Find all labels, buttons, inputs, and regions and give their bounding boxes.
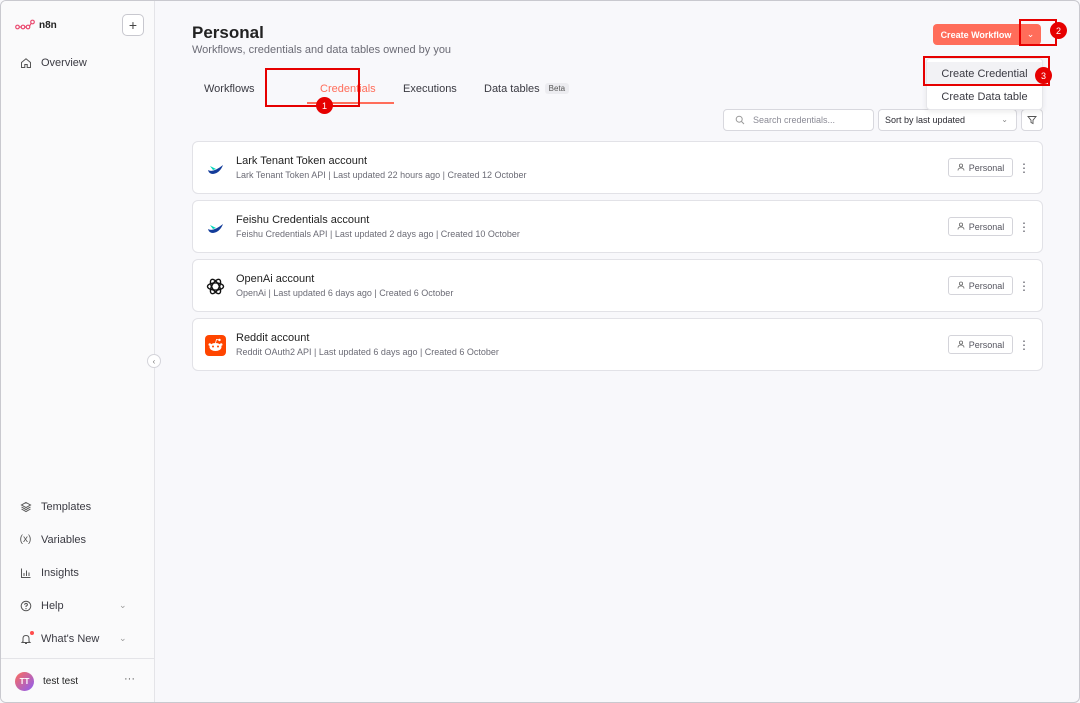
sidebar-item-label: Help — [41, 599, 64, 612]
chevron-down-icon: ⌄ — [1026, 29, 1035, 39]
credential-card[interactable]: Lark Tenant Token account Lark Tenant To… — [192, 141, 1043, 194]
sidebar-item-label: Templates — [41, 500, 92, 513]
home-icon — [19, 56, 32, 69]
menu-item-create-data-table[interactable]: Create Data table — [927, 85, 1042, 108]
sort-label: Sort by last updated — [885, 115, 966, 125]
tab-data-tables[interactable]: Data tables Beta — [484, 83, 570, 95]
sidebar-item-insights[interactable]: Insights — [19, 566, 79, 579]
tab-workflows[interactable]: Workflows — [204, 83, 255, 95]
sidebar-item-label: Variables — [41, 533, 87, 546]
search-placeholder: Search credentials... — [753, 115, 836, 125]
more-options-icon[interactable]: ⋮ — [1018, 158, 1030, 177]
notification-dot — [30, 631, 34, 635]
reddit-icon — [205, 335, 226, 356]
help-icon — [19, 599, 32, 612]
sidebar-item-overview[interactable]: Overview — [19, 56, 87, 69]
credential-meta: OpenAi | Last updated 6 days ago | Creat… — [236, 288, 454, 298]
credential-card[interactable]: Feishu Credentials account Feishu Creden… — [192, 200, 1043, 253]
sidebar-item-label: Insights — [41, 566, 79, 579]
collapse-sidebar-button[interactable]: ‹ — [147, 354, 161, 368]
owner-label: Personal — [968, 339, 1005, 350]
sidebar-item-whats-new[interactable]: What's New ⌄ — [19, 631, 139, 645]
app-window: n8n + Overview Templates (x) Variables I… — [0, 0, 1080, 703]
credential-name: Lark Tenant Token account — [236, 155, 368, 167]
more-options-icon[interactable]: ⋮ — [1018, 335, 1030, 354]
sidebar-item-templates[interactable]: Templates — [19, 500, 91, 513]
filter-icon — [1027, 116, 1037, 125]
owner-label: Personal — [968, 221, 1005, 232]
sort-select[interactable]: Sort by last updated ⌄ — [878, 109, 1017, 131]
more-options-icon[interactable]: ⋮ — [1018, 217, 1030, 236]
owner-label: Personal — [968, 162, 1005, 173]
variables-icon: (x) — [19, 534, 32, 545]
insights-icon — [19, 566, 32, 579]
owner-badge[interactable]: Personal — [948, 276, 1013, 295]
annotation-marker-2: 2 — [1050, 22, 1067, 39]
filter-button[interactable] — [1021, 109, 1043, 131]
sidebar-item-help[interactable]: Help ⌄ — [19, 599, 139, 612]
n8n-logo[interactable]: n8n — [15, 19, 57, 31]
create-workflow-button[interactable]: Create Workflow — [933, 24, 1019, 45]
sidebar-item-label: What's New — [41, 632, 100, 645]
lark-icon — [208, 165, 223, 174]
create-dropdown-button[interactable]: ⌄ — [1020, 24, 1041, 45]
tab-credentials[interactable]: Credentials — [320, 83, 376, 95]
credential-meta: Lark Tenant Token API | Last updated 22 … — [236, 170, 527, 180]
user-menu-bar[interactable]: TT test test ··· — [1, 658, 155, 702]
user-icon — [957, 222, 965, 232]
bell-icon — [19, 631, 34, 645]
more-options-icon[interactable]: ⋮ — [1018, 276, 1030, 295]
user-icon — [957, 340, 965, 350]
chevron-down-icon: ⌄ — [1001, 115, 1008, 124]
user-icon — [957, 281, 965, 291]
beta-badge: Beta — [544, 83, 570, 94]
credential-name: Feishu Credentials account — [236, 214, 370, 226]
more-options-icon[interactable]: ··· — [124, 673, 135, 685]
page-title: Personal — [192, 23, 264, 42]
tab-executions[interactable]: Executions — [403, 83, 457, 95]
annotation-marker-3: 3 — [1035, 67, 1052, 84]
avatar: TT — [15, 672, 34, 691]
annotation-marker-1: 1 — [316, 97, 333, 114]
sidebar: n8n + Overview Templates (x) Variables I… — [1, 1, 155, 702]
credential-card[interactable]: OpenAi account OpenAi | Last updated 6 d… — [192, 259, 1043, 312]
credential-name: Reddit account — [236, 332, 310, 344]
chevron-down-icon: ⌄ — [119, 633, 127, 643]
owner-label: Personal — [968, 280, 1005, 291]
credential-meta: Feishu Credentials API | Last updated 2 … — [236, 229, 520, 239]
sidebar-item-label: Overview — [41, 56, 87, 69]
openai-icon — [206, 278, 225, 295]
owner-badge[interactable]: Personal — [948, 158, 1013, 177]
user-name: test test — [43, 676, 79, 687]
credential-name: OpenAi account — [236, 273, 315, 285]
credential-card[interactable]: Reddit account Reddit OAuth2 API | Last … — [192, 318, 1043, 371]
add-new-button[interactable]: + — [122, 14, 144, 36]
owner-badge[interactable]: Personal — [948, 335, 1013, 354]
owner-badge[interactable]: Personal — [948, 217, 1013, 236]
templates-icon — [19, 500, 32, 513]
menu-item-create-credential[interactable]: Create Credential — [927, 62, 1042, 85]
search-icon — [735, 115, 745, 125]
search-input[interactable]: Search credentials... — [723, 109, 874, 131]
chevron-down-icon: ⌄ — [119, 600, 127, 610]
main-content: Personal Workflows, credentials and data… — [156, 1, 1079, 702]
credential-meta: Reddit OAuth2 API | Last updated 6 days … — [236, 347, 499, 357]
tab-label: Data tables — [484, 83, 540, 95]
page-subtitle: Workflows, credentials and data tables o… — [192, 44, 452, 56]
user-icon — [957, 163, 965, 173]
logo-text: n8n — [39, 19, 57, 31]
sidebar-item-variables[interactable]: (x) Variables — [19, 533, 86, 546]
n8n-logo-icon — [15, 19, 35, 30]
create-dropdown-menu: Create Credential Create Data table — [926, 58, 1043, 110]
feishu-icon — [208, 224, 223, 233]
